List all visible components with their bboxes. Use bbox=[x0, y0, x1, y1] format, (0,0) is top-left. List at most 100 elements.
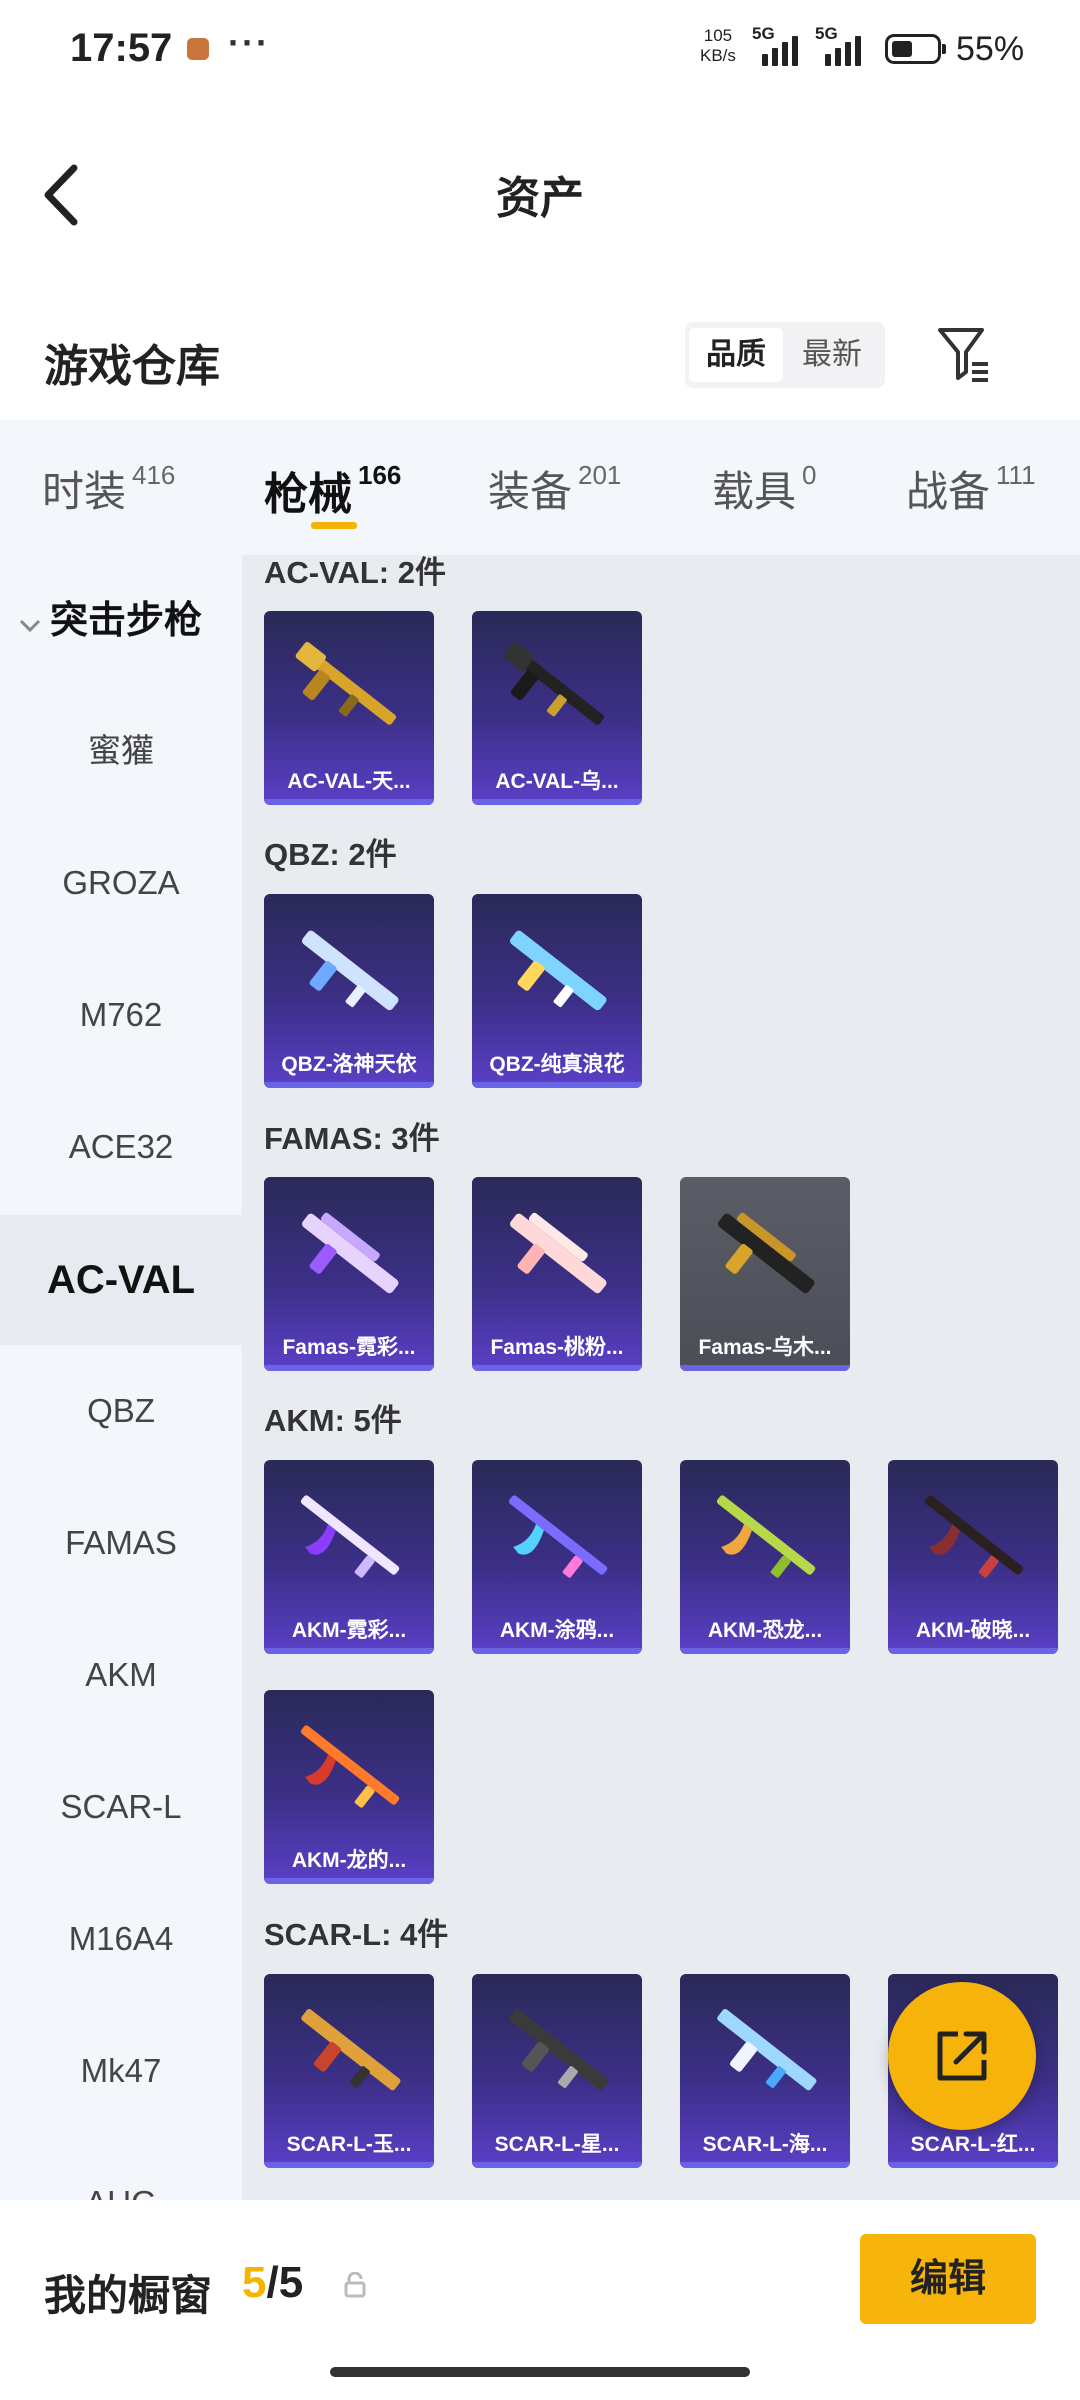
skin-card[interactable]: AC-VAL-乌... bbox=[472, 611, 642, 805]
skin-card[interactable]: AKM-恐龙... bbox=[680, 1460, 850, 1654]
tab-firearms[interactable]: 枪械 166 bbox=[264, 458, 401, 528]
tab-count: 166 bbox=[358, 460, 402, 490]
chevron-down-icon bbox=[18, 601, 42, 644]
lock-icon bbox=[344, 2271, 366, 2298]
rifle-icon bbox=[716, 1495, 816, 1578]
skin-name: SCAR-L-红... bbox=[910, 2133, 1036, 2156]
sidebar-item-ace32[interactable]: ACE32 bbox=[0, 1082, 242, 1212]
network-speed-value: 105 bbox=[703, 26, 733, 45]
share-icon bbox=[937, 2031, 987, 2081]
warehouse-header: 游戏仓库 品质 最新 bbox=[0, 300, 1080, 420]
status-time: 17:57 bbox=[70, 26, 173, 70]
sidebar-item-aug[interactable]: AUG bbox=[0, 2138, 242, 2200]
rifle-icon bbox=[302, 1212, 399, 1294]
tab-label: 战备 bbox=[906, 468, 991, 515]
tab-count: 0 bbox=[802, 460, 817, 490]
weapon-grid: AC-VAL: 2件 AC-VAL-天... AC-VAL-乌... QBZ: … bbox=[242, 555, 1080, 2200]
sidebar-item-scar-l[interactable]: SCAR-L bbox=[0, 1742, 242, 1872]
skin-card[interactable]: AKM-破晓... bbox=[888, 1460, 1058, 1654]
battery-icon bbox=[885, 34, 946, 64]
tab-label: 载具 bbox=[712, 468, 797, 515]
skin-card[interactable]: QBZ-纯真浪花 bbox=[472, 894, 642, 1088]
section-title-scar-l: SCAR-L: 4件 bbox=[264, 1917, 449, 1952]
sidebar-item-honey-badger[interactable]: 蜜獾 bbox=[0, 686, 242, 816]
sidebar-item-ac-val[interactable]: AC-VAL bbox=[0, 1215, 242, 1345]
section-title-famas: FAMAS: 3件 bbox=[264, 1121, 440, 1156]
sort-quality-button[interactable]: 品质 bbox=[689, 328, 783, 382]
section-title-akm: AKM: 5件 bbox=[264, 1403, 402, 1438]
signal-icon-1: 5G bbox=[752, 24, 812, 66]
network-speed-unit: KB/s bbox=[700, 46, 736, 65]
signal-icon-2: 5G bbox=[815, 24, 875, 66]
sidebar-item-mk47[interactable]: Mk47 bbox=[0, 2006, 242, 2136]
tab-supplies[interactable]: 战备 111 bbox=[906, 458, 1036, 528]
rifle-icon bbox=[924, 1495, 1024, 1578]
tab-label: 时装 bbox=[42, 468, 127, 515]
category-tabs: 时装 416 枪械 166 装备 201 载具 0 战备 111 bbox=[0, 420, 1080, 555]
showcase-total: 5 bbox=[278, 2258, 304, 2307]
rifle-icon bbox=[510, 930, 607, 1011]
skin-card[interactable]: AKM-涂鸦... bbox=[472, 1460, 642, 1654]
sidebar-category-assault-rifle[interactable]: 突击步枪 bbox=[18, 589, 202, 644]
skin-card[interactable]: AKM-霓彩... bbox=[264, 1460, 434, 1654]
skin-card[interactable]: SCAR-L-星... bbox=[472, 1974, 642, 2168]
showcase-label: 我的橱窗 bbox=[44, 2272, 213, 2319]
more-notifications-icon: ··· bbox=[228, 22, 270, 63]
skin-name: QBZ-纯真浪花 bbox=[489, 1053, 625, 1076]
battery-percent: 55% bbox=[956, 30, 1025, 68]
skin-card[interactable]: QBZ-洛神天依 bbox=[264, 894, 434, 1088]
sidebar-item-m762[interactable]: M762 bbox=[0, 950, 242, 1080]
skin-card[interactable]: Famas-霓彩... bbox=[264, 1177, 434, 1371]
rifle-icon bbox=[300, 1725, 400, 1808]
skin-card[interactable]: SCAR-L-玉... bbox=[264, 1974, 434, 2168]
rifle-icon bbox=[295, 641, 397, 725]
tab-vehicles[interactable]: 载具 0 bbox=[712, 458, 816, 528]
tab-count: 416 bbox=[132, 460, 176, 490]
tab-count: 201 bbox=[578, 460, 622, 490]
sidebar-item-akm[interactable]: AKM bbox=[0, 1610, 242, 1740]
skin-name: SCAR-L-玉... bbox=[286, 2133, 412, 2156]
showcase-used: 5 bbox=[242, 2258, 267, 2307]
skin-name: AKM-霓彩... bbox=[291, 1619, 407, 1642]
share-button[interactable] bbox=[888, 1982, 1036, 2130]
skin-name: AKM-涂鸦... bbox=[499, 1619, 615, 1642]
home-indicator[interactable] bbox=[330, 2367, 750, 2377]
active-tab-indicator bbox=[311, 522, 357, 529]
skin-name: AC-VAL-天... bbox=[287, 770, 411, 793]
rifle-icon bbox=[300, 1495, 400, 1578]
sidebar-item-famas[interactable]: FAMAS bbox=[0, 1478, 242, 1608]
page-title: 资产 bbox=[496, 174, 584, 223]
sort-toggle: 品质 最新 bbox=[685, 322, 885, 388]
skin-card[interactable]: AKM-龙的... bbox=[264, 1690, 434, 1884]
rifle-icon bbox=[508, 1495, 608, 1578]
edit-button[interactable]: 编辑 bbox=[860, 2234, 1036, 2324]
skin-name: AKM-恐龙... bbox=[707, 1619, 823, 1642]
skin-name: Famas-霓彩... bbox=[282, 1336, 416, 1359]
sidebar-category-label: 突击步枪 bbox=[50, 600, 203, 642]
tab-label: 装备 bbox=[488, 468, 573, 515]
rifle-icon bbox=[509, 2009, 609, 2091]
skin-card[interactable]: Famas-乌木... bbox=[680, 1177, 850, 1371]
showcase-sep: / bbox=[266, 2258, 279, 2307]
skin-name: QBZ-洛神天依 bbox=[281, 1053, 417, 1076]
sidebar-item-qbz[interactable]: QBZ bbox=[0, 1346, 242, 1476]
skin-name: SCAR-L-海... bbox=[702, 2133, 828, 2156]
tab-equipment[interactable]: 装备 201 bbox=[488, 458, 621, 528]
skin-card[interactable]: Famas-桃粉... bbox=[472, 1177, 642, 1371]
skin-name: Famas-乌木... bbox=[698, 1336, 832, 1359]
skin-card[interactable]: SCAR-L-海... bbox=[680, 1974, 850, 2168]
skin-name: Famas-桃粉... bbox=[490, 1336, 624, 1359]
skin-card[interactable]: AC-VAL-天... bbox=[264, 611, 434, 805]
skin-name: AKM-破晓... bbox=[915, 1619, 1031, 1642]
sort-newest-button[interactable]: 最新 bbox=[785, 328, 879, 382]
rifle-icon bbox=[301, 2009, 401, 2091]
filter-icon bbox=[938, 328, 988, 382]
tab-fashion[interactable]: 时装 416 bbox=[42, 458, 175, 528]
sidebar-item-m16a4[interactable]: M16A4 bbox=[0, 1874, 242, 2004]
tab-label: 枪械 bbox=[264, 470, 352, 519]
filter-button[interactable] bbox=[936, 324, 992, 384]
sidebar-item-groza[interactable]: GROZA bbox=[0, 818, 242, 948]
network-speed: 105 KB/s bbox=[700, 26, 736, 66]
warehouse-title: 游戏仓库 bbox=[44, 342, 220, 391]
app-notification-icon bbox=[187, 38, 209, 60]
